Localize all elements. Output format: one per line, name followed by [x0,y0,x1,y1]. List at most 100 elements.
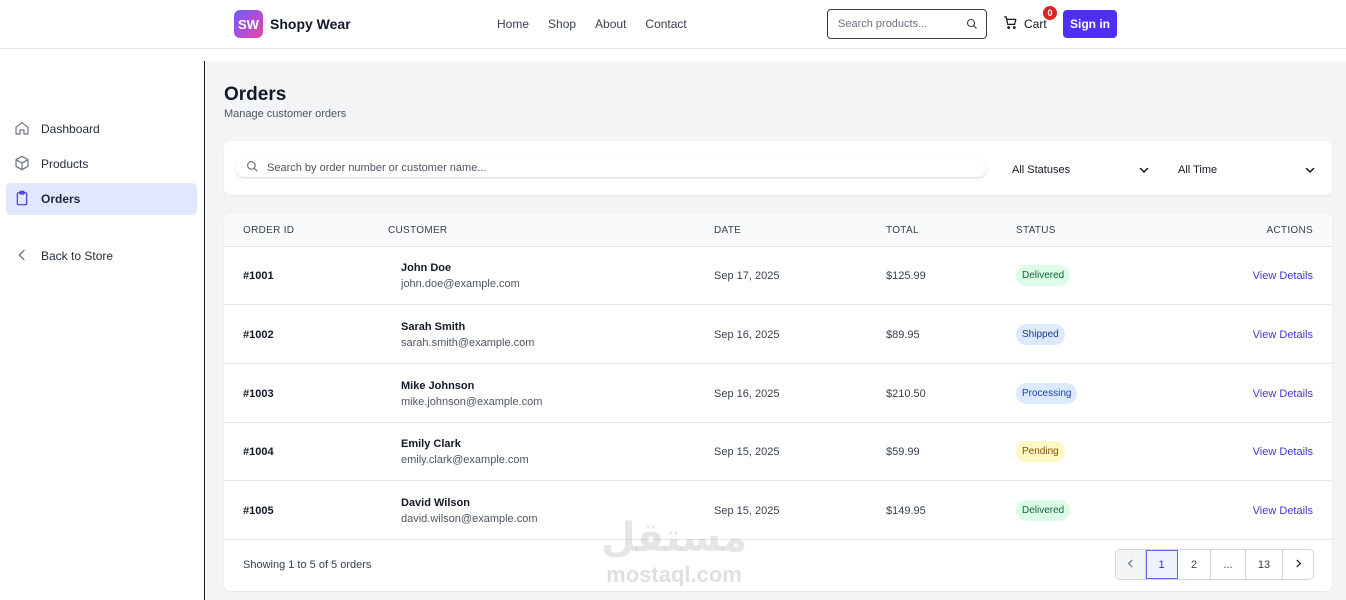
order-date: Sep 15, 2025 [714,505,780,517]
column-header-actions: ACTIONS [1266,225,1313,236]
top-navbar: SW Shopy Wear Home Shop About Contact Ca… [0,0,1346,49]
chevron-left-icon [14,247,30,266]
order-total: $59.99 [886,446,920,458]
status-filter-select[interactable]: All Statuses [1012,161,1150,179]
customer-name: David Wilson [401,497,470,509]
customer-email: emily.clark@example.com [401,454,529,466]
table-footer: Showing 1 to 5 of 5 orders 1 2 ... 13 [224,540,1332,591]
pagination-summary: Showing 1 to 5 of 5 orders [243,559,372,571]
cart-label: Cart [1024,17,1047,31]
nav-shop[interactable]: Shop [548,17,576,31]
status-badge: Delivered [1016,500,1071,521]
order-total: $210.50 [886,388,926,400]
pagination: 1 2 ... 13 [1115,549,1314,580]
column-header-status: STATUS [1016,225,1056,236]
view-details-link[interactable]: View Details [1253,270,1313,282]
filter-bar: All Statuses All Time [224,141,1332,195]
status-badge: Shipped [1016,324,1065,345]
sidebar-item-products[interactable]: Products [6,148,197,180]
pagination-next-button[interactable] [1283,550,1313,579]
order-id: #1003 [243,388,274,400]
sidebar-item-label: Back to Store [41,249,114,263]
order-id: #1002 [243,329,274,341]
chevron-down-icon [1138,164,1150,179]
sidebar-item-orders[interactable]: Orders [6,183,197,215]
main-content: Orders Manage customer orders All Status… [206,61,1346,600]
status-badge: Pending [1016,441,1065,462]
table-row: #1002 Sarah Smith sarah.smith@example.co… [224,305,1332,364]
page-title: Orders [224,84,287,105]
table-row: #1005 David Wilson david.wilson@example.… [224,481,1332,540]
pagination-ellipsis: ... [1211,550,1246,579]
column-header-total: TOTAL [886,225,919,236]
pagination-page-2[interactable]: 2 [1178,550,1211,579]
pagination-page-1[interactable]: 1 [1146,550,1178,579]
cart-link[interactable]: Cart 0 [1003,6,1057,33]
order-search-input[interactable] [267,162,967,174]
customer-email: mike.johnson@example.com [401,396,543,408]
sidebar-item-label: Orders [41,192,81,206]
sidebar-item-dashboard[interactable]: Dashboard [6,113,197,145]
sidebar-item-back-to-store[interactable]: Back to Store [6,240,197,272]
customer-email: sarah.smith@example.com [401,337,535,349]
search-icon[interactable] [966,18,978,30]
clipboard-icon [14,190,30,209]
table-row: #1004 Emily Clark emily.clark@example.co… [224,423,1332,481]
order-total: $125.99 [886,270,926,282]
customer-name: John Doe [401,262,452,274]
sidebar-item-label: Products [41,157,89,171]
orders-table: ORDER ID CUSTOMER DATE TOTAL STATUS ACTI… [224,214,1332,591]
view-details-link[interactable]: View Details [1253,329,1313,341]
order-total: $89.95 [886,329,920,341]
customer-name: Sarah Smith [401,321,466,333]
column-header-date: DATE [714,225,742,236]
box-icon [14,155,30,174]
table-row: #1003 Mike Johnson mike.johnson@example.… [224,364,1332,423]
column-header-order-id: ORDER ID [243,225,295,236]
brand-name: Shopy Wear [270,16,351,32]
status-badge: Processing [1016,383,1078,404]
order-id: #1001 [243,270,274,282]
chevron-left-icon [1125,558,1136,572]
nav-home[interactable]: Home [497,17,529,31]
page-subtitle: Manage customer orders [224,108,347,120]
product-search-input[interactable] [838,18,958,30]
order-total: $149.95 [886,505,926,517]
status-badge: Delivered [1016,265,1071,286]
column-header-customer: CUSTOMER [388,225,448,236]
home-icon [14,120,30,139]
view-details-link[interactable]: View Details [1253,505,1313,517]
order-id: #1004 [243,446,274,458]
table-row: #1001 John Doe john.doe@example.com Sep … [224,247,1332,305]
view-details-link[interactable]: View Details [1253,446,1313,458]
pagination-prev-button[interactable] [1116,550,1146,579]
brand[interactable]: SW Shopy Wear [234,10,351,38]
chevron-right-icon [1293,558,1304,572]
time-filter-select[interactable]: All Time [1178,161,1316,179]
customer-email: david.wilson@example.com [401,513,538,525]
order-date: Sep 15, 2025 [714,446,780,458]
nav-about[interactable]: About [595,17,626,31]
sidebar: Dashboard Products Orders Back to Store [0,61,205,600]
order-date: Sep 17, 2025 [714,270,780,282]
order-date: Sep 16, 2025 [714,329,780,341]
customer-name: Mike Johnson [401,380,475,392]
time-filter-value: All Time [1178,164,1218,176]
product-search [827,9,987,39]
status-filter-value: All Statuses [1012,164,1071,176]
order-search [236,159,986,177]
main-nav: Home Shop About Contact [497,17,687,31]
chevron-down-icon [1304,164,1316,179]
cart-count-badge: 0 [1043,6,1057,20]
table-header: ORDER ID CUSTOMER DATE TOTAL STATUS ACTI… [224,214,1332,247]
pagination-page-13[interactable]: 13 [1246,550,1283,579]
brand-logo: SW [234,10,263,38]
view-details-link[interactable]: View Details [1253,388,1313,400]
nav-contact[interactable]: Contact [645,17,686,31]
sidebar-item-label: Dashboard [41,122,100,136]
sign-in-button[interactable]: Sign in [1063,10,1117,38]
customer-name: Emily Clark [401,438,461,450]
order-id: #1005 [243,505,274,517]
order-date: Sep 16, 2025 [714,388,780,400]
customer-email: john.doe@example.com [401,278,520,290]
